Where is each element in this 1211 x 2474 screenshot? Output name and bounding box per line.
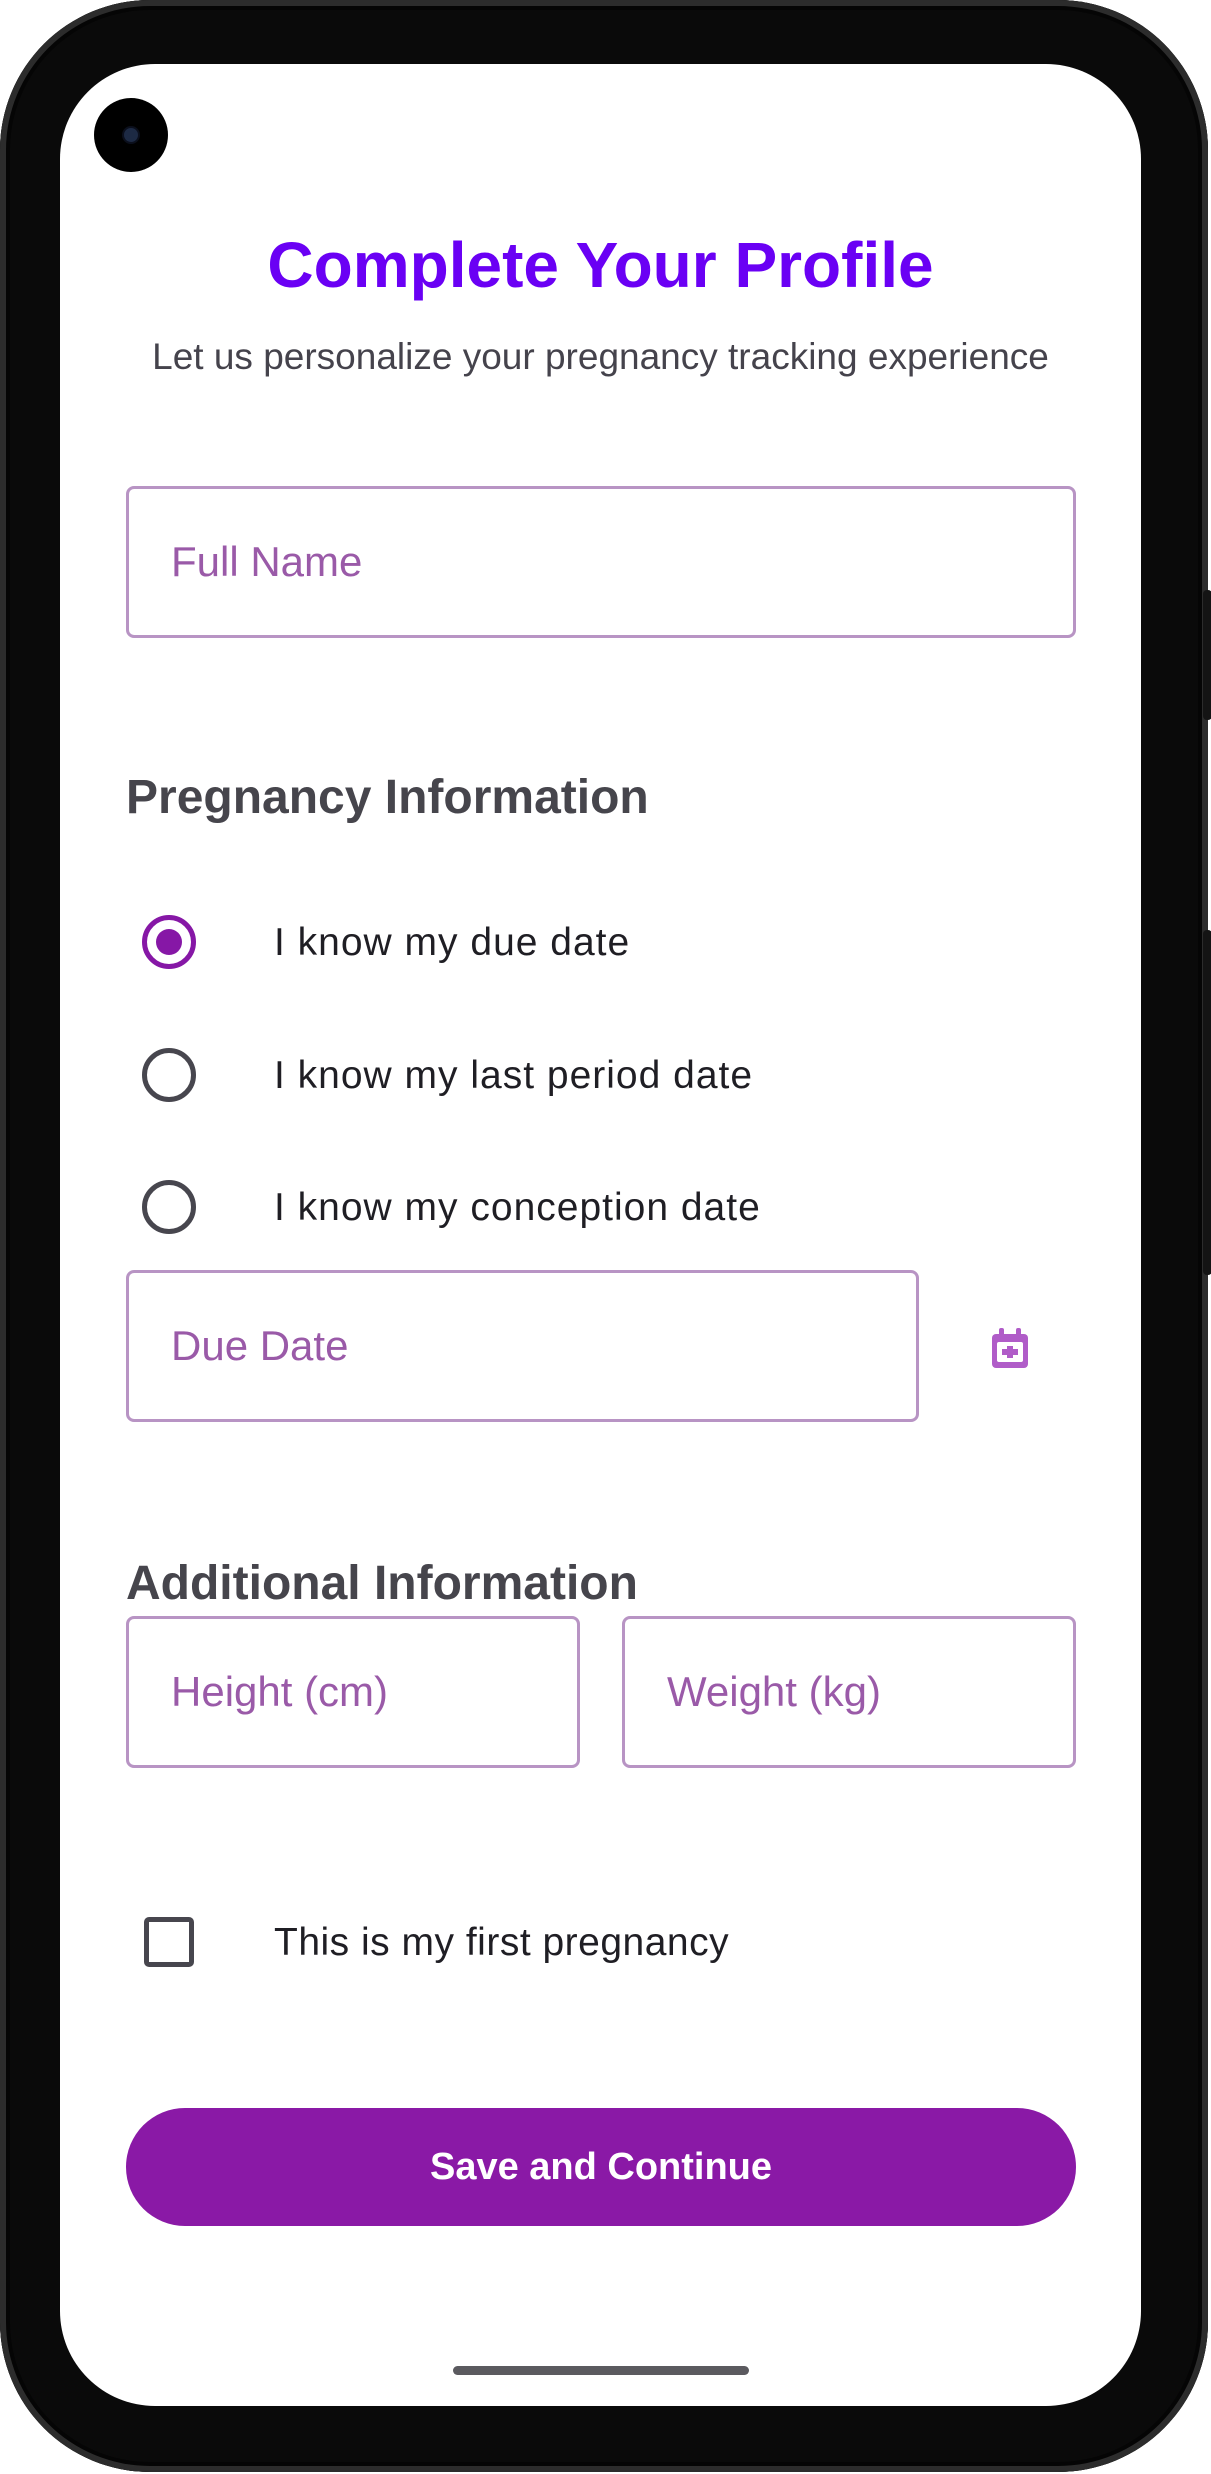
page-subtitle: Let us personalize your pregnancy tracki… [152,336,1049,377]
weight-placeholder: Weight (kg) [667,1668,881,1715]
radio-selected-icon[interactable] [142,915,196,969]
full-name-field[interactable]: Full Name [126,486,1076,638]
volume-button [1203,930,1211,1275]
radio-unselected-icon[interactable] [142,1180,196,1234]
pregnancy-section-title: Pregnancy Information [126,771,649,824]
power-button [1203,590,1211,720]
additional-section-title: Additional Information [126,1557,638,1610]
gesture-home-bar[interactable] [453,2366,749,2375]
first-pregnancy-label: This is my first pregnancy [274,1921,730,1964]
page-title: Complete Your Profile [267,229,934,301]
radio-conception-label: I know my conception date [274,1186,761,1229]
height-field[interactable]: Height (cm) [126,1616,580,1768]
due-date-placeholder: Due Date [171,1322,349,1369]
radio-due-date-label: I know my due date [274,921,631,964]
weight-field[interactable]: Weight (kg) [622,1616,1076,1768]
calendar-icon [992,1328,1028,1368]
checkbox-unchecked-icon[interactable] [144,1917,194,1967]
front-camera [94,98,168,172]
radio-last-period-label: I know my last period date [274,1054,754,1097]
save-and-continue-button[interactable]: Save and Continue [126,2108,1076,2226]
due-date-field[interactable]: Due Date [126,1270,919,1422]
full-name-placeholder: Full Name [171,538,363,585]
height-placeholder: Height (cm) [171,1668,389,1715]
app-screen: Complete Your Profile Let us personalize… [60,64,1141,2406]
calendar-button[interactable] [980,1319,1040,1379]
radio-unselected-icon[interactable] [142,1048,196,1102]
